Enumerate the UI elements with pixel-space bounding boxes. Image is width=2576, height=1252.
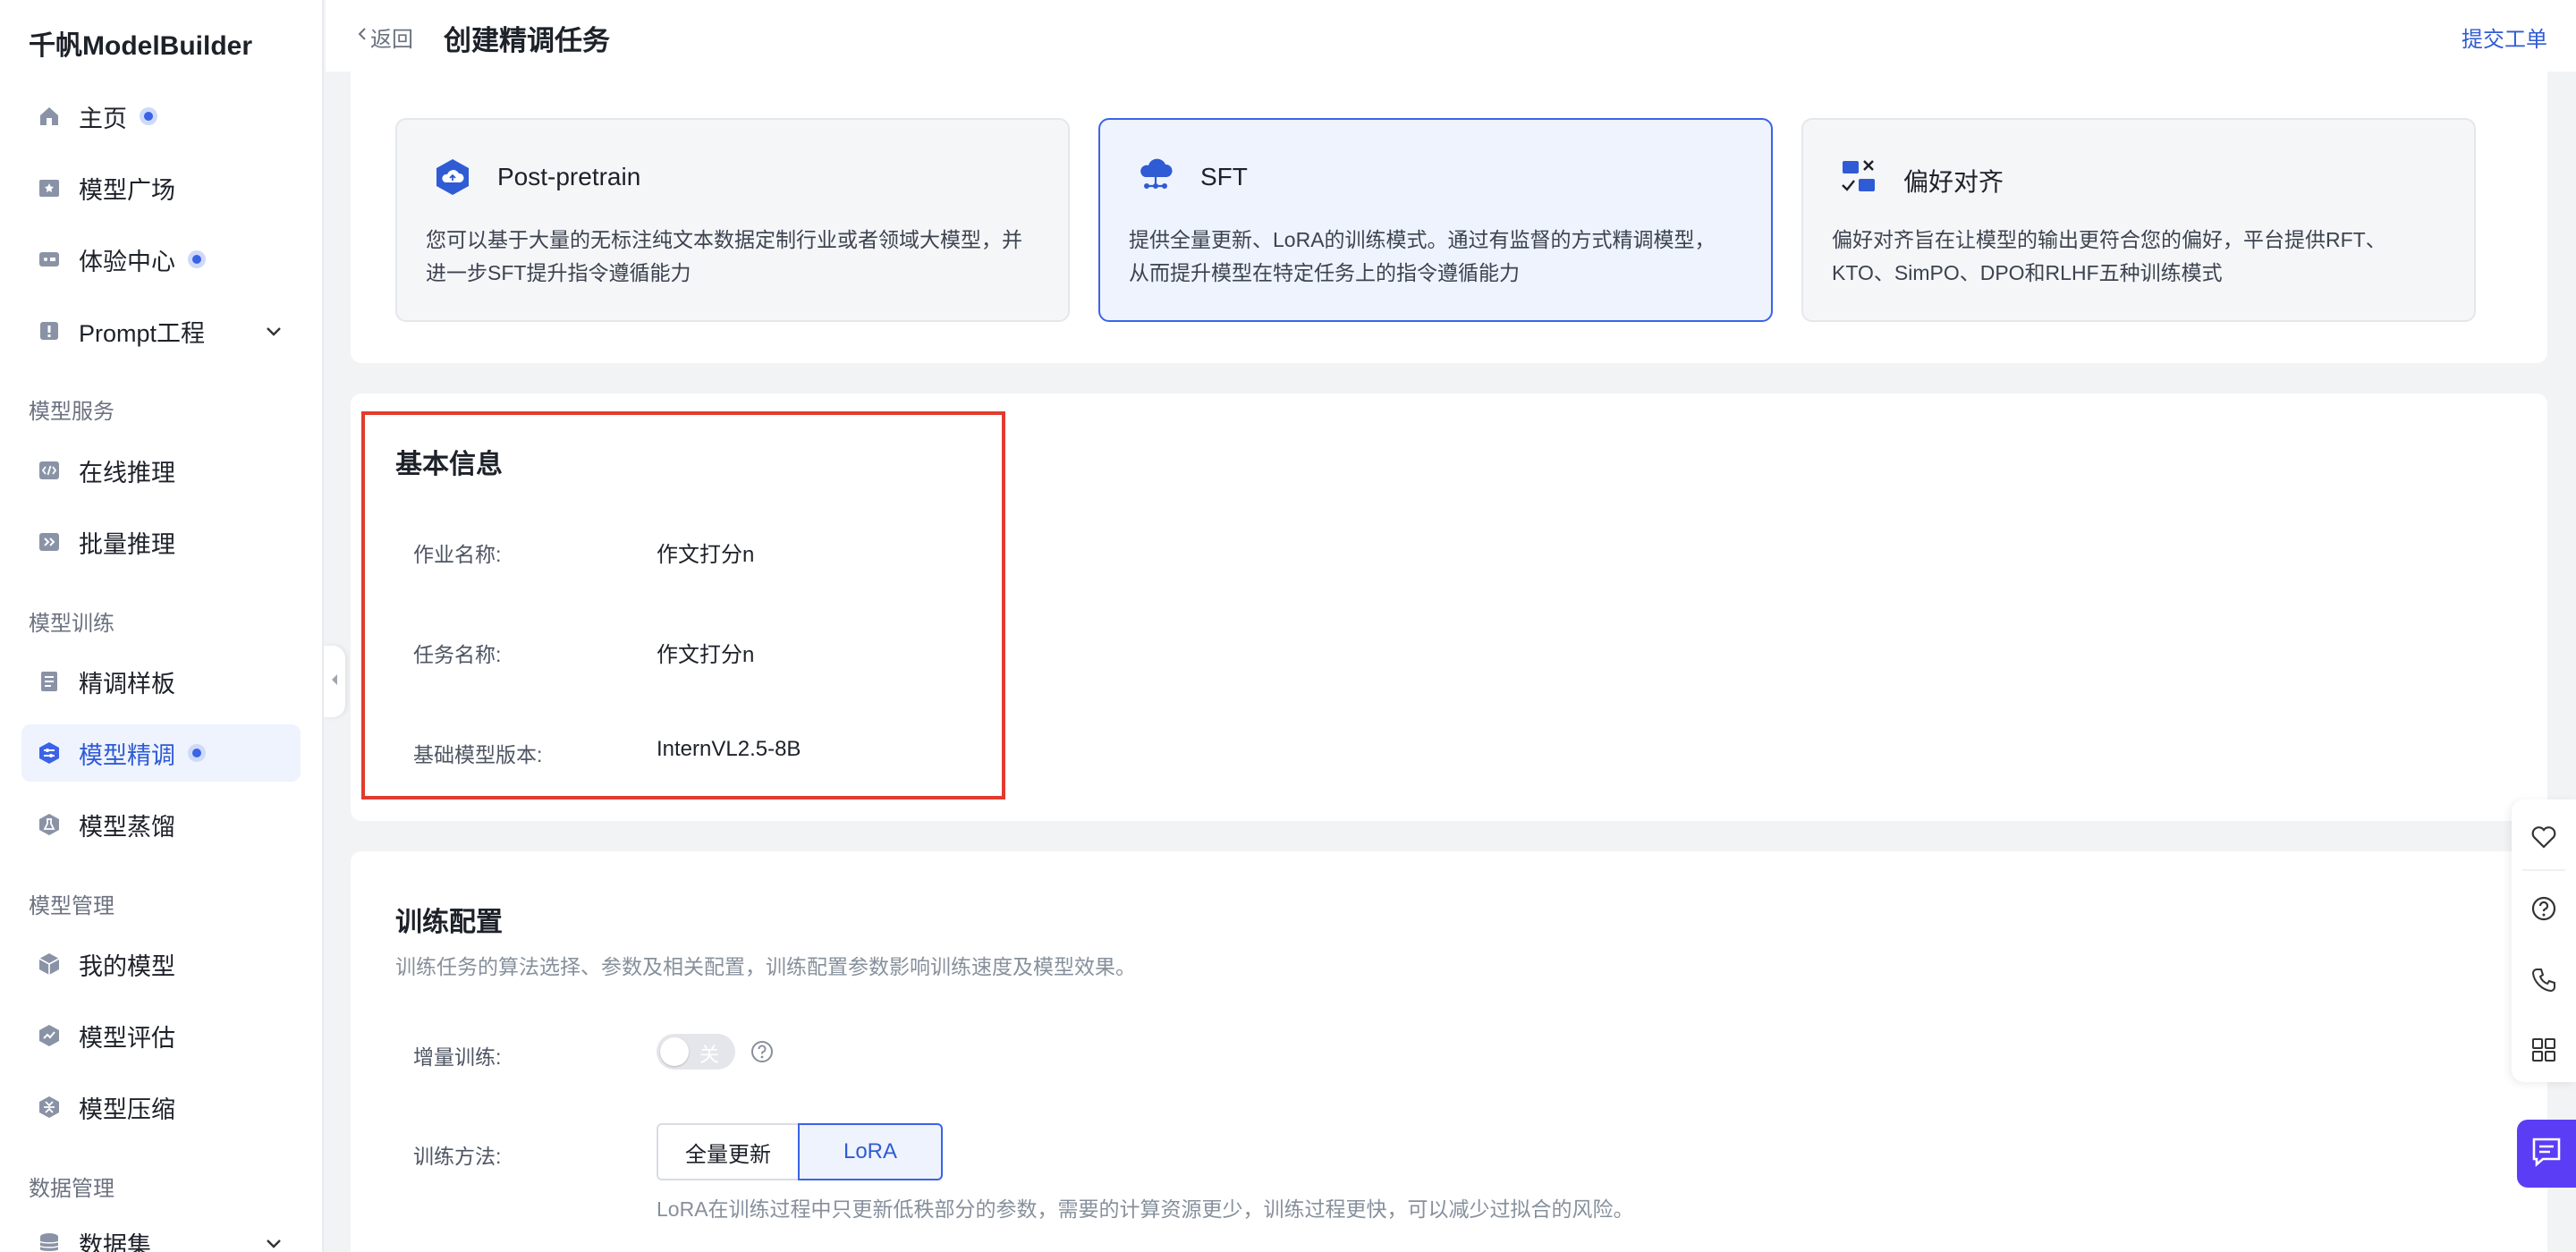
sidebar-item-label: 模型蒸馏 [79,813,175,841]
chevron-down-icon [263,1232,284,1252]
page-header: 返回 创建精调任务 提交工单 [326,0,2576,72]
chart-icon [36,1022,63,1049]
distill-icon [36,811,63,838]
toggle-state-text: 关 [699,1044,720,1066]
group-title-model-training: 模型训练 [29,612,114,636]
sidebar-item-experience[interactable]: 体验中心 [21,231,301,288]
code-icon [36,457,63,484]
sidebar-item-my-models[interactable]: 我的模型 [21,935,301,993]
method-hint: LoRA在训练过程中只更新低秩部分的参数，需要的计算资源更少，训练过程更快，可以… [657,1197,1634,1221]
help-icon[interactable] [750,1039,775,1069]
type-card-title: SFT [1200,163,1248,190]
sidebar-item-model-compress[interactable]: 模型压缩 [21,1079,301,1136]
back-link[interactable]: 返回 [354,21,413,53]
method-lora-button[interactable]: LoRA [798,1123,943,1180]
alignment-icon [1837,156,1880,199]
sidebar-item-label: 我的模型 [79,952,175,980]
finetune-icon [36,740,63,766]
cloud-network-icon [1134,156,1177,199]
sidebar-item-batch-inference[interactable]: 批量推理 [21,513,301,571]
sidebar-item-model-distill[interactable]: 模型蒸馏 [21,796,301,853]
cube-icon [36,951,63,977]
page-title: 创建精调任务 [444,25,610,56]
new-dot [188,744,206,762]
chat-support-button[interactable] [2517,1120,2576,1188]
sidebar-item-label: 主页 [79,105,127,132]
training-config-subtitle: 训练任务的算法选择、参数及相关配置，训练配置参数影响训练速度及模型效果。 [395,955,1136,978]
new-dot [188,250,206,268]
sidebar-item-label: 批量推理 [79,530,175,558]
back-label: 返回 [370,28,413,52]
sidebar-item-label: 模型评估 [79,1024,175,1052]
training-config-title: 训练配置 [395,908,503,937]
help-circle-icon[interactable] [2529,894,2558,923]
type-card-title: 偏好对齐 [1903,168,2004,196]
base-model-version-label: 基础模型版本: [413,743,543,766]
group-title-model-management: 模型管理 [29,894,114,918]
toggle-knob [660,1037,689,1066]
type-card-desc: 提供全量更新、LoRA的训练模式。通过有监督的方式精调模型，从而提升模型在特定任… [1129,228,1716,284]
submit-ticket-link[interactable]: 提交工单 [2462,21,2547,53]
sidebar-item-model-finetune[interactable]: 模型精调 [21,724,301,782]
model-square-icon [36,174,63,201]
sidebar-item-label: 模型广场 [79,176,175,204]
brand-logo[interactable]: 千帆ModelBuilder [29,23,252,63]
basic-info-title: 基本信息 [395,450,503,479]
batch-icon [36,529,63,555]
job-name-label: 作业名称: [413,543,502,566]
task-name-label: 任务名称: [413,643,502,666]
chevron-down-icon [263,320,284,348]
book-icon [36,668,63,695]
sidebar-item-home[interactable]: 主页 [21,88,301,145]
compress-icon [36,1094,63,1121]
sidebar-item-prompt[interactable]: Prompt工程 [21,302,301,360]
new-dot [140,107,157,125]
type-card-desc: 您可以基于大量的无标注纯文本数据定制行业或者领域大模型，并进一步SFT提升指令遵… [426,228,1022,284]
cloud-upload-icon [431,156,474,199]
sidebar-item-label: 精调样板 [79,670,175,698]
database-icon [36,1230,63,1252]
type-card-desc: 偏好对齐旨在让模型的输出更符合您的偏好，平台提供RFT、KTO、SimPO、DP… [1832,228,2386,284]
sidebar-item-label: 体验中心 [79,248,175,275]
sidebar-item-label: 模型精调 [79,741,175,769]
type-card-title: Post-pretrain [497,163,641,190]
sidebar-item-label: Prompt工程 [79,319,206,347]
chevron-left-icon [354,24,370,50]
base-model-version-value: InternVL2.5-8B [657,737,801,761]
sidebar-item-label: 数据集 [79,1231,151,1252]
training-method-label: 训练方法: [413,1145,502,1168]
sidebar-item-model-square[interactable]: 模型广场 [21,159,301,216]
grid-apps-icon[interactable] [2529,1036,2558,1064]
incremental-training-label: 增量训练: [413,1045,502,1069]
group-title-model-service: 模型服务 [29,400,114,424]
task-name-value: 作文打分n [657,643,755,667]
heart-icon[interactable] [2529,823,2558,851]
job-name-value: 作文打分n [657,543,755,567]
divider [2522,869,2565,871]
method-full-update-button[interactable]: 全量更新 [657,1123,800,1180]
sidebar-collapse-handle[interactable] [324,646,345,717]
type-card-sft[interactable]: SFT 提供全量更新、LoRA的训练模式。通过有监督的方式精调模型，从而提升模型… [1098,118,1773,322]
sidebar: 千帆ModelBuilder 主页 模型广场 体验中心 Prompt工程 模型服… [0,0,324,1252]
sidebar-item-finetune-template[interactable]: 精调样板 [21,653,301,710]
home-icon [36,103,63,130]
sidebar-item-label: 模型压缩 [79,1096,175,1123]
sidebar-item-label: 在线推理 [79,459,175,486]
sidebar-item-online-inference[interactable]: 在线推理 [21,442,301,499]
phone-icon[interactable] [2529,966,2558,994]
chat-icon [2529,1134,2564,1174]
collapse-arrow-icon [329,673,340,691]
prompt-icon [36,317,63,344]
type-card-preference-alignment[interactable]: 偏好对齐 偏好对齐旨在让模型的输出更符合您的偏好，平台提供RFT、KTO、Sim… [1801,118,2476,322]
sidebar-item-model-eval[interactable]: 模型评估 [21,1007,301,1064]
group-title-data-management: 数据管理 [29,1177,114,1201]
experience-icon [36,246,63,273]
incremental-training-toggle[interactable]: 关 [657,1034,735,1070]
type-card-post-pretrain[interactable]: Post-pretrain 您可以基于大量的无标注纯文本数据定制行业或者领域大模… [395,118,1070,322]
floating-toolbar [2512,799,2576,1082]
sidebar-item-dataset[interactable]: 数据集 [21,1214,301,1252]
